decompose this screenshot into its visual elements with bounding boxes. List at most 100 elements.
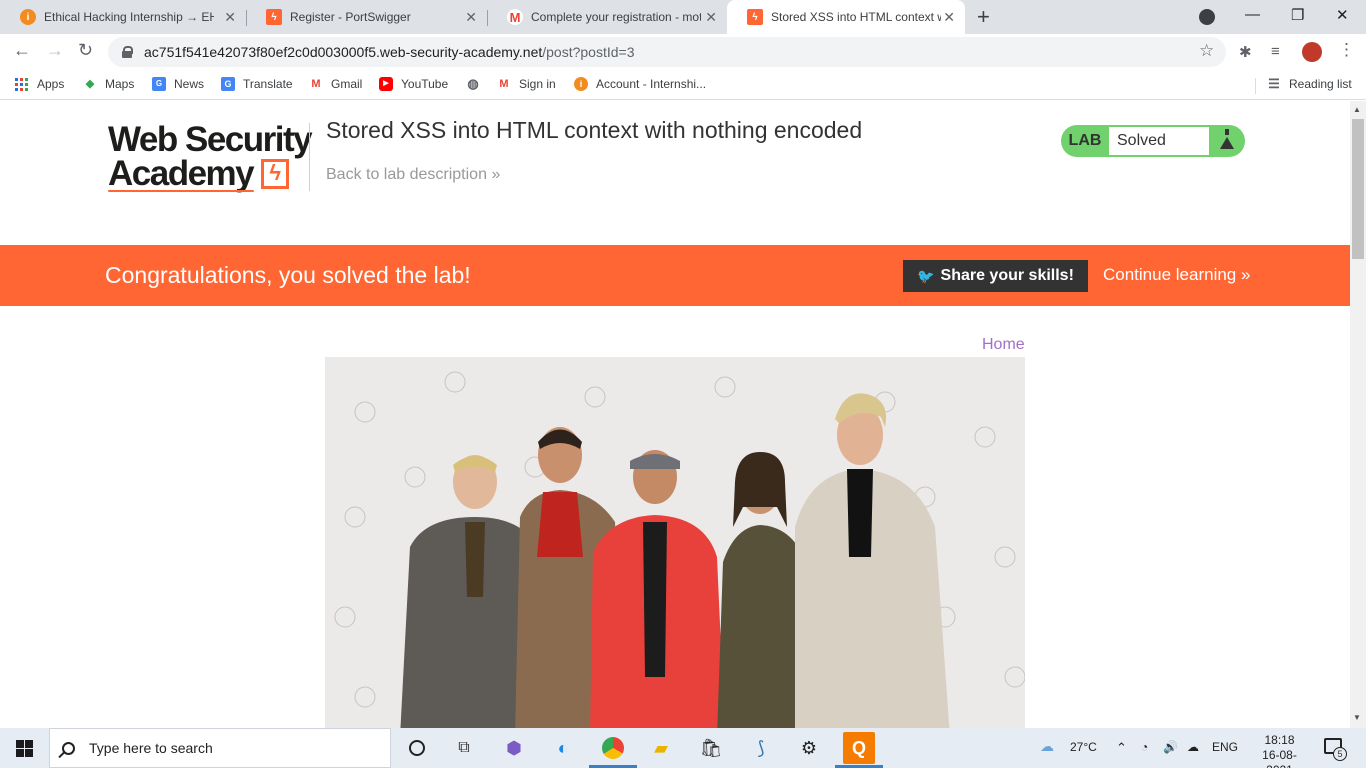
browser-tab-strip: i Ethical Hacking Internship → EH C ✕ ϟ … [0,0,1366,34]
bookmark-apps[interactable]: Apps [15,77,64,91]
bookmark-label: Translate [243,77,293,91]
close-icon[interactable]: ✕ [943,9,955,26]
volume-icon[interactable]: 🔊 [1163,740,1178,754]
web-page: Web Security Academy ϟ Stored XSS into HT… [0,101,1350,728]
search-icon [62,741,75,755]
forward-arrow-icon[interactable]: → [46,40,64,61]
extensions-puzzle-icon[interactable]: ✱ [1239,43,1252,61]
bookmark-news[interactable]: G News [152,77,204,91]
edge-browser-icon[interactable]: ◐ [549,734,577,762]
windows-start-icon[interactable] [16,740,33,757]
bookmark-sign-in[interactable]: M Sign in [497,77,556,91]
minimize-icon[interactable]: — [1245,6,1260,23]
web-security-academy-logo[interactable]: Web Security Academy ϟ [108,120,313,193]
url-host: ac751f541e42073f80ef2c0d003000f5.web-sec… [144,44,543,60]
maps-icon: ◆ [85,78,95,90]
lock-icon[interactable] [122,46,133,58]
reading-list-button[interactable]: ☰ Reading list [1267,77,1352,92]
tab-title: Stored XSS into HTML context wi [771,10,941,24]
bookmark-maps[interactable]: ◆ Maps [83,77,135,91]
home-link[interactable]: Home [982,336,1025,354]
weather-cloud-icon[interactable]: ☁ [1040,738,1054,755]
tab-title: Register - PortSwigger [290,10,411,24]
internshala-icon: i [20,9,36,25]
menu-kebab-icon[interactable]: ⋮ [1338,40,1355,60]
lab-status-widget: LAB Solved [1061,125,1245,157]
portswigger-icon: ϟ [266,9,282,25]
bookmark-account-internshala[interactable]: i Account - Internshi... [574,77,706,91]
close-icon[interactable]: ✕ [465,9,477,26]
settings-gear-icon[interactable]: ⚙ [795,734,823,762]
logo-line-1: Web Security [108,120,313,159]
double-chevron-right-icon: » [491,166,501,183]
continue-learning-link[interactable]: Continue learning » [1103,265,1250,285]
portswigger-icon: ϟ [747,9,763,25]
system-clock[interactable]: 18:18 16-08-2021 [1252,733,1307,768]
weather-temperature[interactable]: 27°C [1070,740,1097,754]
apps-grid-icon [15,77,28,91]
bookmark-star-icon[interactable]: ☆ [1199,41,1214,61]
youtube-icon: ▶ [379,77,393,91]
scrollbar-thumb[interactable] [1352,119,1364,259]
logo-underline [108,190,254,192]
q-app-icon[interactable]: Q [843,732,875,764]
back-arrow-icon[interactable]: ← [13,40,31,61]
bookmark-label: Account - Internshi... [596,77,707,91]
bookmark-gmail[interactable]: M Gmail [309,77,362,91]
microsoft-store-icon[interactable]: 🛍 [697,734,725,762]
python-icon[interactable]: ⟆ [747,734,775,762]
close-icon[interactable]: ✕ [224,9,236,26]
scroll-up-arrow-icon[interactable]: ▲ [1353,105,1361,114]
bookmark-label: Apps [37,77,65,91]
profile-avatar[interactable] [1302,42,1322,62]
continue-link-label: Continue learning [1103,265,1237,284]
clock-date: 16-08-2021 [1262,748,1297,768]
chrome-browser-icon[interactable] [599,734,627,762]
tab-stored-xss[interactable]: ϟ Stored XSS into HTML context wi ✕ [727,0,965,34]
share-button-label: Share your skills! [940,267,1074,284]
window-close-icon[interactable]: ✕ [1336,6,1349,24]
new-tab-plus-icon[interactable]: + [977,4,990,30]
clock-time: 18:18 [1264,733,1295,747]
logo-line-2: Academy [108,154,255,193]
reload-icon[interactable]: ↻ [78,40,93,61]
browser-toolbar: ← → ↻ ac751f541e42073f80ef2c0d003000f5.w… [0,34,1366,70]
bookmark-label: Sign in [519,77,556,91]
bookmarks-divider [1255,78,1256,94]
input-language[interactable]: ENG [1212,740,1238,754]
gmail-icon: M [499,78,509,90]
bookmark-label: Gmail [331,77,363,91]
bookmark-youtube[interactable]: ▶ YouTube [379,77,448,91]
double-chevron-right-icon: » [1241,265,1251,284]
restore-icon[interactable]: ❐ [1291,6,1304,24]
share-skills-button[interactable]: 🐦 Share your skills! [903,260,1088,292]
tab-search-icon[interactable] [1199,9,1215,25]
cortana-circle-icon[interactable] [403,734,431,762]
media-control-icon[interactable]: ≡ [1271,43,1280,60]
bookmark-translate[interactable]: G Translate [221,77,293,91]
close-icon[interactable]: ✕ [705,9,717,26]
page-scrollbar[interactable]: ▲ ▼ [1350,101,1366,728]
wifi-icon[interactable]: ◔ [1141,740,1148,754]
onedrive-cloud-icon[interactable]: ☁ [1187,740,1199,754]
address-bar[interactable]: ac751f541e42073f80ef2c0d003000f5.web-sec… [108,37,1226,67]
bookmark-globe[interactable]: ◍ [466,77,488,91]
reading-list-label: Reading list [1289,77,1352,91]
chevron-up-icon[interactable]: ⌃ [1116,740,1127,756]
gmail-icon: M [311,78,321,90]
blog-post-image [325,357,1025,728]
url-path: /post?postId=3 [542,44,635,60]
taskbar-search-box[interactable]: Type here to search [49,728,391,768]
globe-icon: ◍ [467,76,479,91]
tab-ethical-hacking[interactable]: i Ethical Hacking Internship → EH C ✕ [0,0,246,34]
gmail-icon: M [507,9,523,25]
file-explorer-icon[interactable]: ▰ [647,734,675,762]
tab-gmail-registration[interactable]: M Complete your registration - mot ✕ [487,0,727,34]
tab-register-portswigger[interactable]: ϟ Register - PortSwigger ✕ [246,0,487,34]
task-view-icon[interactable]: ⧉ [450,734,478,762]
translate-icon: G [221,77,235,91]
app-cube-icon[interactable]: ⬢ [500,734,528,762]
back-to-lab-description-link[interactable]: Back to lab description » [326,166,500,184]
tab-title: Complete your registration - mot [531,10,701,24]
scroll-down-arrow-icon[interactable]: ▼ [1353,713,1361,722]
